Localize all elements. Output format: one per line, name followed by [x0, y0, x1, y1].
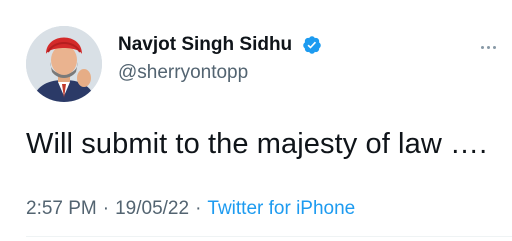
author-display-name[interactable]: Navjot Singh Sidhu	[118, 34, 292, 56]
tweet-meta: 2:57 PM · 19/05/22 · Twitter for iPhone	[26, 198, 355, 220]
tweet-date[interactable]: 19/05/22	[115, 198, 189, 219]
meta-separator: ·	[102, 198, 110, 219]
tweet-text: Will submit to the majesty of law ….	[26, 128, 488, 160]
meta-separator: ·	[195, 198, 202, 219]
avatar[interactable]	[26, 26, 102, 102]
tweet-card: Navjot Singh Sidhu @sherryontopp Will su…	[0, 0, 512, 241]
verified-badge-icon	[303, 36, 321, 54]
more-options-icon[interactable]	[481, 36, 501, 49]
tweet-source-link[interactable]: Twitter for iPhone	[207, 198, 355, 219]
author-handle[interactable]: @sherryontopp	[118, 62, 248, 84]
divider	[26, 236, 512, 237]
tweet-time[interactable]: 2:57 PM	[26, 198, 97, 219]
avatar-image	[26, 26, 102, 102]
